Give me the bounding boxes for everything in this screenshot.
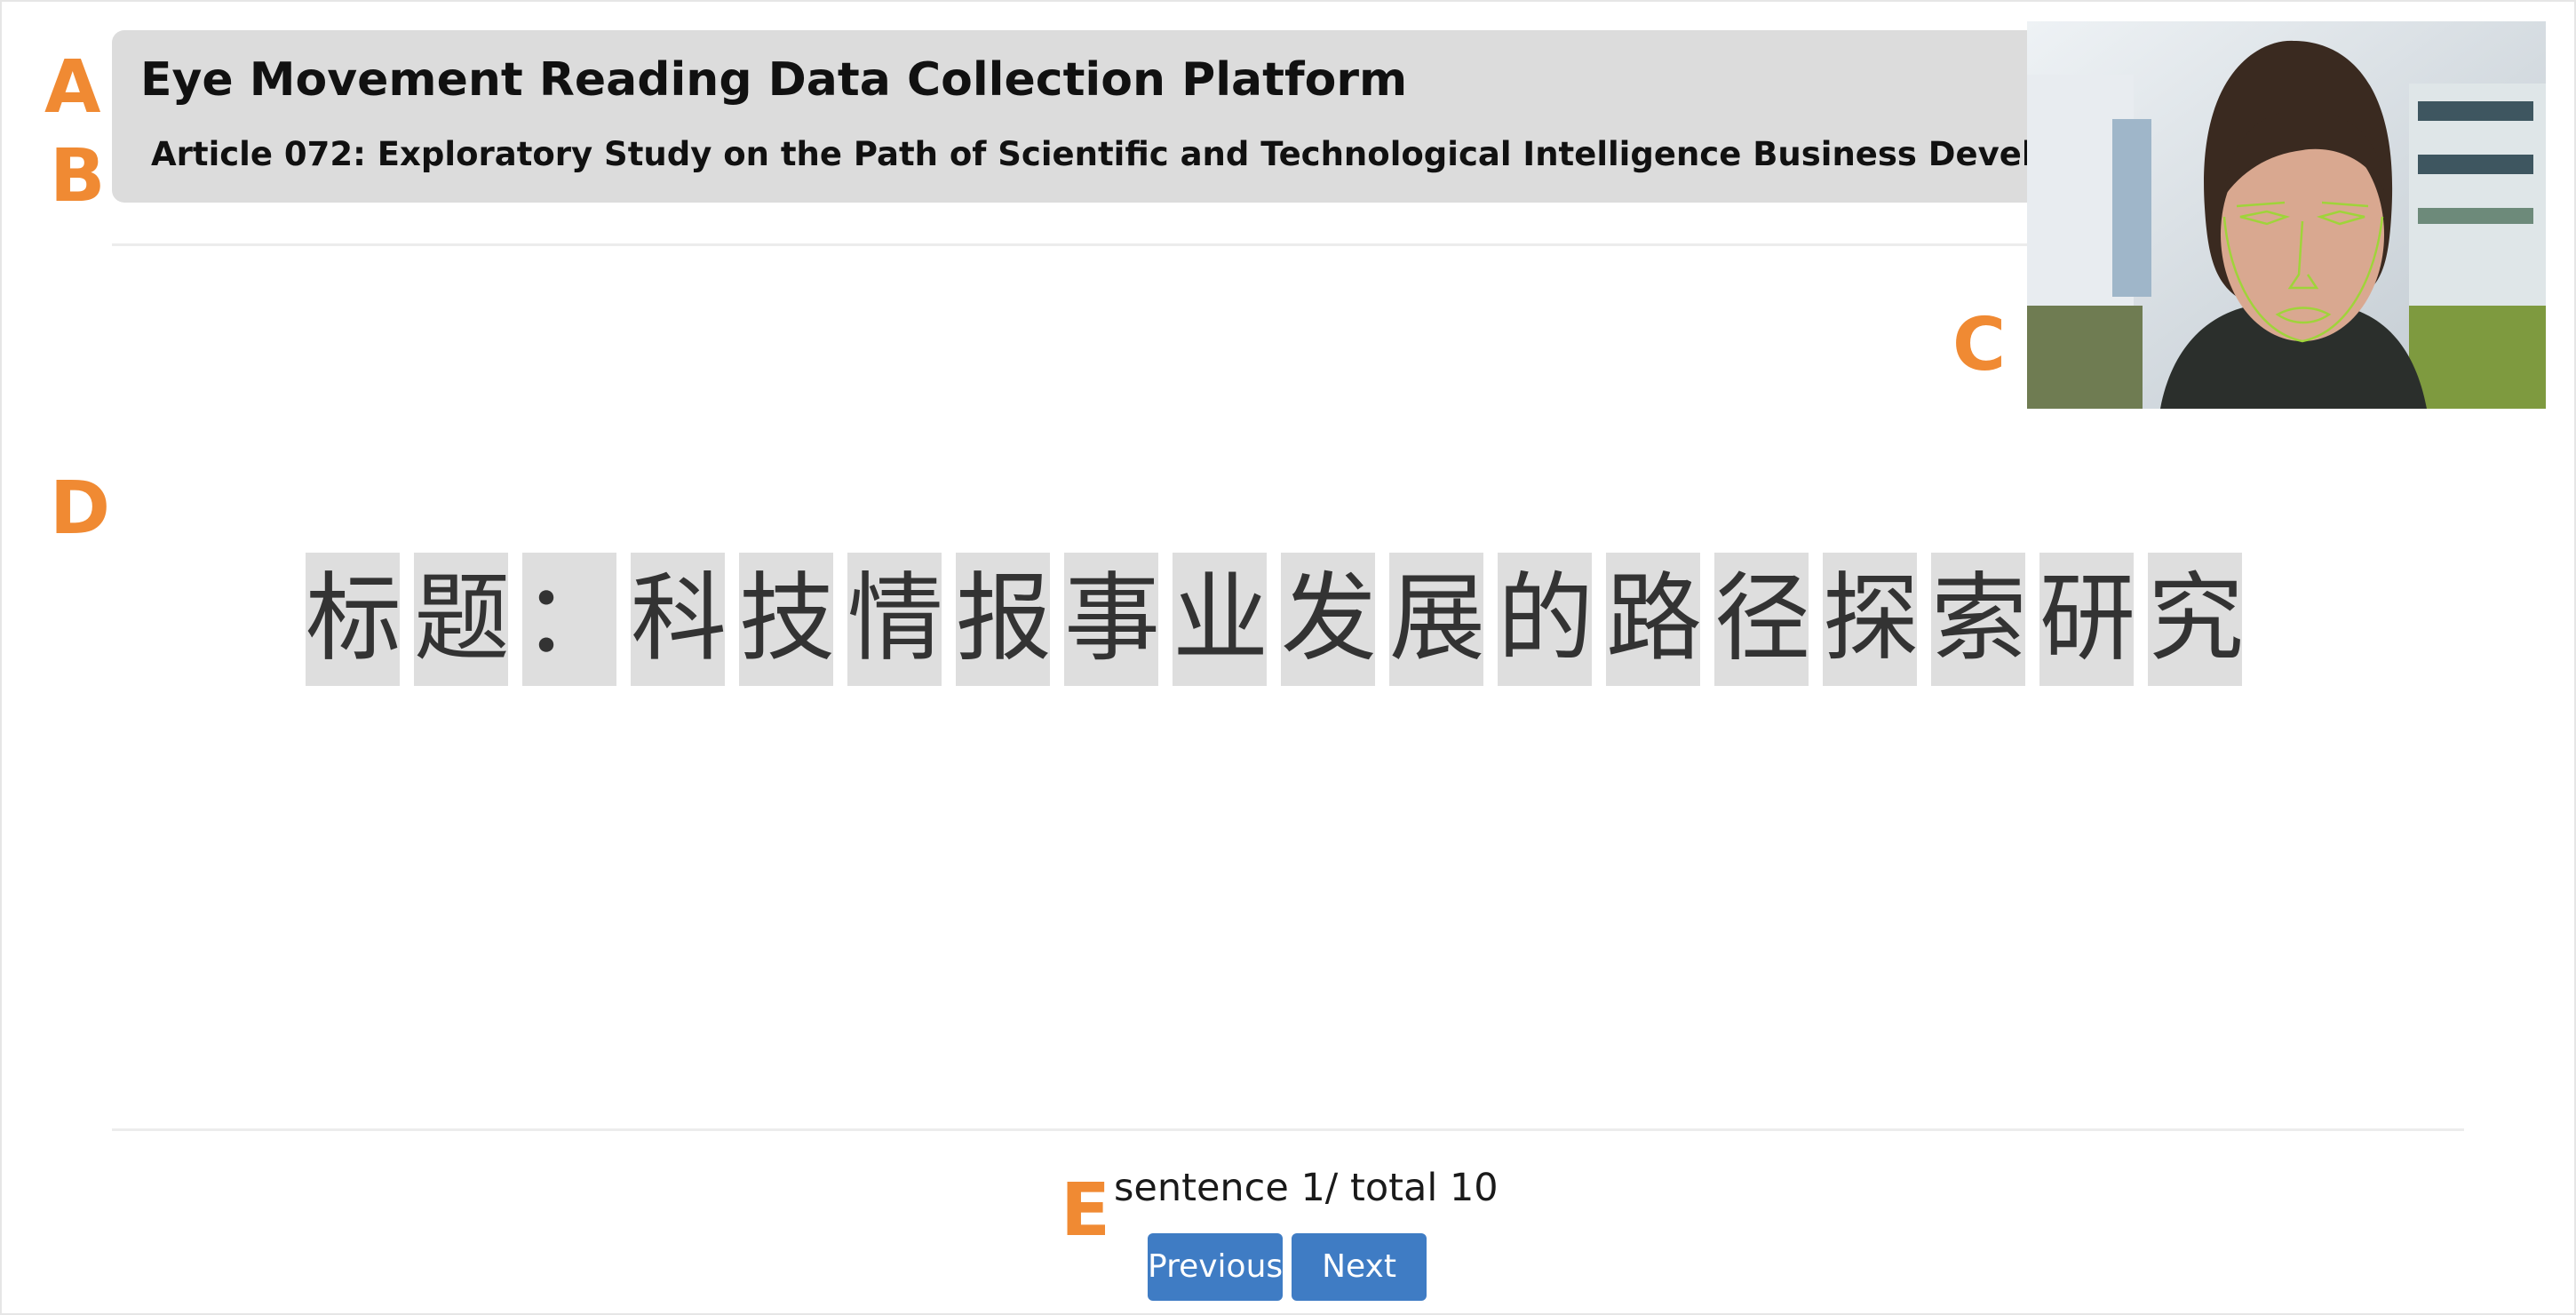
marker-b: B bbox=[50, 134, 106, 219]
sentence-char: 题 bbox=[414, 553, 510, 686]
sentence-char: 路 bbox=[1606, 553, 1702, 686]
header-panel: Eye Movement Reading Data Collection Pla… bbox=[112, 30, 2174, 203]
sentence-char: 展 bbox=[1389, 553, 1485, 686]
sentence-char: 径 bbox=[1714, 553, 1810, 686]
bottom-divider bbox=[112, 1128, 2464, 1131]
sentence-counter: sentence 1/ total 10 bbox=[1114, 1166, 1499, 1210]
sentence-char: 探 bbox=[1823, 553, 1919, 686]
sentence-char: 业 bbox=[1173, 553, 1268, 686]
sentence-char: 发 bbox=[1281, 553, 1377, 686]
app-title: Eye Movement Reading Data Collection Pla… bbox=[140, 53, 1408, 107]
sentence-char: 技 bbox=[739, 553, 835, 686]
sentence-char: 标 bbox=[306, 553, 402, 686]
sentence-char: 报 bbox=[956, 553, 1052, 686]
next-button[interactable]: Next bbox=[1292, 1233, 1427, 1301]
previous-button[interactable]: Previous bbox=[1148, 1233, 1283, 1301]
article-title: Article 072: Exploratory Study on the Pa… bbox=[151, 135, 2175, 173]
marker-c: C bbox=[1952, 303, 2007, 387]
sentence-char: 事 bbox=[1064, 553, 1160, 686]
reading-sentence: 标 题 ： 科 技 情 报 事 业 发 展 的 路 径 探 索 研 究 bbox=[306, 553, 2244, 686]
sentence-char: 索 bbox=[1931, 553, 2027, 686]
sentence-char: 的 bbox=[1498, 553, 1594, 686]
sentence-char: ： bbox=[522, 553, 618, 686]
sentence-char: 究 bbox=[2148, 553, 2244, 686]
sentence-char: 科 bbox=[631, 553, 727, 686]
sentence-char: 研 bbox=[2039, 553, 2135, 686]
webcam-face-tracking-image bbox=[2027, 21, 2546, 409]
sentence-char: 情 bbox=[847, 553, 943, 686]
marker-d: D bbox=[50, 466, 111, 551]
marker-e: E bbox=[1061, 1168, 1111, 1253]
page-frame: A B C D E Eye Movement Reading Data Coll… bbox=[0, 0, 2576, 1315]
marker-a: A bbox=[44, 45, 101, 130]
webcam-preview bbox=[2027, 21, 2546, 409]
